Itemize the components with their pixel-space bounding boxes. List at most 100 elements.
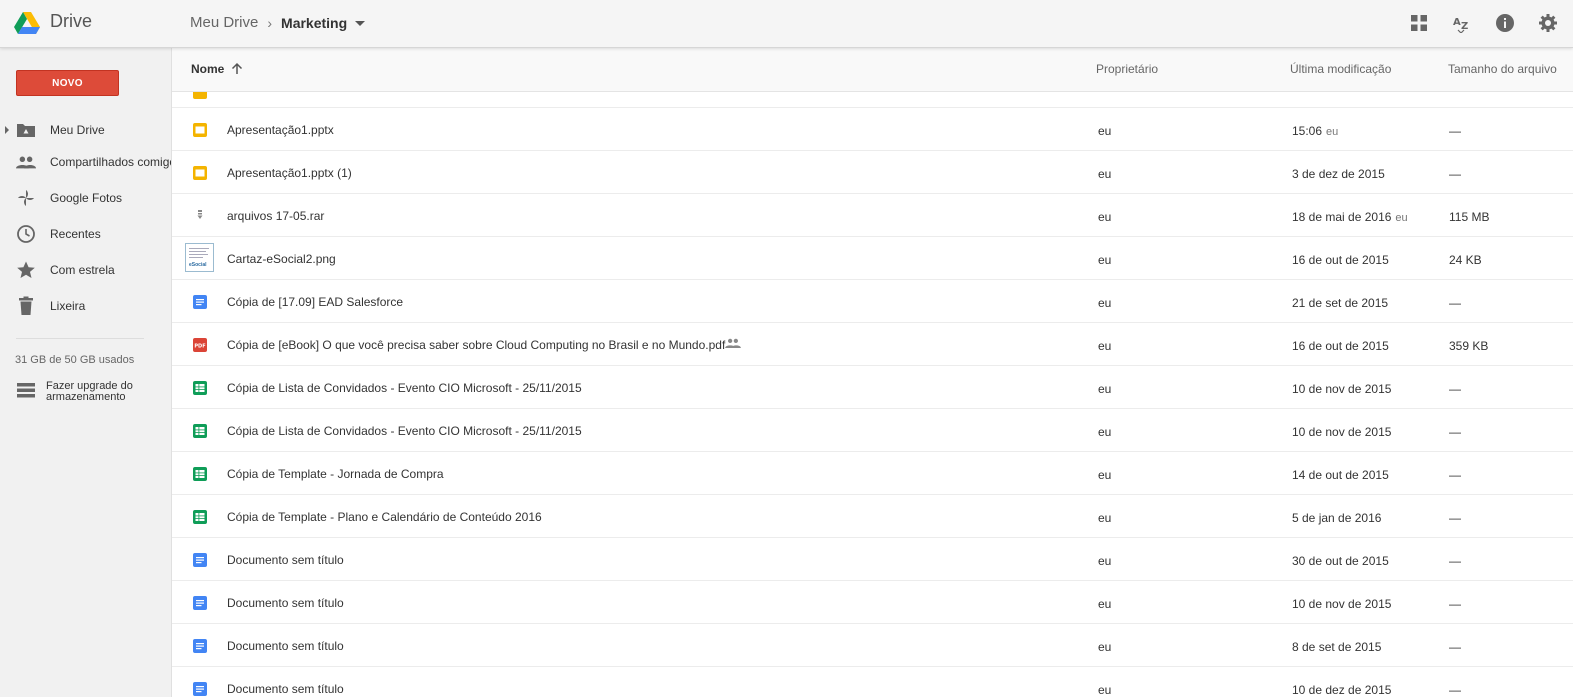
slides-file-icon xyxy=(193,123,207,137)
storage-usage-text: 31 GB de 50 GB usados xyxy=(15,354,135,366)
file-size: 24 KB xyxy=(1449,253,1482,267)
info-icon[interactable] xyxy=(1494,12,1516,34)
table-row[interactable]: Cópia de Lista de Convidados - Evento CI… xyxy=(172,409,1573,452)
file-list-area: Nome Proprietário Última modificação Tam… xyxy=(172,48,1573,697)
settings-icon[interactable] xyxy=(1537,12,1559,34)
table-row[interactable]: PDF Cópia de [eBook] O que você precisa … xyxy=(172,323,1573,366)
drive-folder-icon xyxy=(16,120,36,140)
file-modified: 15:06 eu xyxy=(1292,124,1338,138)
modified-date: 14 de out de 2015 xyxy=(1292,468,1389,482)
file-owner: eu xyxy=(1098,683,1112,697)
table-row[interactable]: Documento sem título eu 10 de nov de 201… xyxy=(172,581,1573,624)
table-row[interactable]: Cópia de [17.09] EAD Salesforce eu 21 de… xyxy=(172,280,1573,323)
table-row[interactable]: Apresentação1.pptx (1) eu 3 de dez de 20… xyxy=(172,151,1573,194)
file-rows: Apresentação1.pptx eu 15:06 eu — Apresent… xyxy=(172,92,1573,697)
sidebar-item-google-photos[interactable]: Google Fotos xyxy=(0,186,171,210)
table-row-partial[interactable] xyxy=(172,92,1573,108)
sidebar: NOVO Meu Drive Compartilhados comigo Goo… xyxy=(0,48,172,697)
file-name[interactable]: Documento sem título xyxy=(227,639,344,653)
thumbnail-logo-text: eSocial xyxy=(189,262,207,268)
table-row[interactable]: Apresentação1.pptx eu 15:06 eu — xyxy=(172,108,1573,151)
table-row[interactable]: arquivos 17-05.rar eu 18 de mai de 2016 e… xyxy=(172,194,1573,237)
table-row[interactable]: Documento sem título eu 30 de out de 201… xyxy=(172,538,1573,581)
sidebar-item-label: Lixeira xyxy=(50,299,86,313)
file-owner: eu xyxy=(1098,296,1112,310)
breadcrumb-current-folder[interactable]: Marketing xyxy=(281,15,347,31)
column-header-owner[interactable]: Proprietário xyxy=(1096,62,1158,76)
file-size: — xyxy=(1449,382,1461,396)
upgrade-storage-link[interactable]: Fazer upgrade do armazenamento xyxy=(16,381,133,404)
file-name[interactable]: Cópia de [eBook] O que você precisa sabe… xyxy=(227,338,725,352)
file-name[interactable]: Documento sem título xyxy=(227,596,344,610)
file-name[interactable]: Cartaz-eSocial2.png xyxy=(227,252,336,266)
sidebar-item-recent[interactable]: Recentes xyxy=(0,222,171,246)
sheet-file-icon xyxy=(193,510,207,524)
file-name[interactable]: Documento sem título xyxy=(227,682,344,696)
expand-arrow-icon[interactable] xyxy=(5,126,9,134)
modified-date: 10 de nov de 2015 xyxy=(1292,425,1392,439)
modified-date: 15:06 xyxy=(1292,124,1323,138)
file-size: — xyxy=(1449,640,1461,654)
arrow-up-icon[interactable] xyxy=(230,62,244,76)
breadcrumb-root[interactable]: Meu Drive xyxy=(190,14,258,31)
storage-icon xyxy=(16,381,36,404)
file-modified: 18 de mai de 2016 eu xyxy=(1292,210,1408,224)
table-row[interactable]: Cópia de Lista de Convidados - Evento CI… xyxy=(172,366,1573,409)
modified-date: 10 de nov de 2015 xyxy=(1292,597,1392,611)
file-owner: eu xyxy=(1098,382,1112,396)
file-name[interactable]: Cópia de [17.09] EAD Salesforce xyxy=(227,295,403,309)
file-name[interactable]: Apresentação1.pptx (1) xyxy=(227,166,352,180)
clock-icon xyxy=(16,224,36,244)
photos-icon xyxy=(16,188,36,208)
sheet-file-icon xyxy=(193,381,207,395)
breadcrumb-separator: › xyxy=(267,14,273,31)
sidebar-item-shared-with-me[interactable]: Compartilhados comigo xyxy=(0,150,172,174)
column-header-modified[interactable]: Última modificação xyxy=(1290,62,1391,76)
file-name[interactable]: Cópia de Lista de Convidados - Evento CI… xyxy=(227,424,582,438)
table-row[interactable]: Cópia de Template - Plano e Calendário d… xyxy=(172,495,1573,538)
table-row[interactable]: Cópia de Template - Jornada de Compra eu… xyxy=(172,452,1573,495)
file-owner: eu xyxy=(1098,554,1112,568)
sidebar-item-label: Com estrela xyxy=(50,263,115,277)
file-owner: eu xyxy=(1098,468,1112,482)
sidebar-divider xyxy=(16,338,144,339)
doc-file-icon xyxy=(193,596,207,610)
file-size: — xyxy=(1449,468,1461,482)
file-name[interactable]: Cópia de Template - Plano e Calendário d… xyxy=(227,510,542,524)
table-row[interactable]: Documento sem título eu 8 de set de 2015… xyxy=(172,624,1573,667)
sidebar-item-starred[interactable]: Com estrela xyxy=(0,258,171,282)
table-row[interactable]: eSocial Cartaz-eSocial2.png eu 16 de out… xyxy=(172,237,1573,280)
sidebar-item-label: Meu Drive xyxy=(50,123,105,137)
app-name[interactable]: Drive xyxy=(50,11,92,32)
sheet-file-icon xyxy=(193,467,207,481)
file-modified: 5 de jan de 2016 xyxy=(1292,511,1381,525)
file-name[interactable]: Documento sem título xyxy=(227,553,344,567)
doc-file-icon xyxy=(193,639,207,653)
file-size: — xyxy=(1449,597,1461,611)
chevron-down-icon[interactable] xyxy=(355,21,366,26)
file-owner: eu xyxy=(1098,210,1112,224)
modified-date: 18 de mai de 2016 xyxy=(1292,210,1392,224)
file-modified: 10 de dez de 2015 xyxy=(1292,683,1391,697)
trash-icon xyxy=(16,296,36,316)
file-modified: 8 de set de 2015 xyxy=(1292,640,1381,654)
sort-az-icon[interactable]: AZ xyxy=(1451,12,1473,34)
file-name[interactable]: Cópia de Template - Jornada de Compra xyxy=(227,467,444,481)
file-name[interactable]: Cópia de Lista de Convidados - Evento CI… xyxy=(227,381,582,395)
table-row[interactable]: Documento sem título eu 10 de dez de 201… xyxy=(172,667,1573,697)
file-owner: eu xyxy=(1098,339,1112,353)
drive-logo-icon[interactable] xyxy=(14,11,40,35)
svg-text:PDF: PDF xyxy=(194,344,205,350)
file-name[interactable]: Apresentação1.pptx xyxy=(227,123,334,137)
column-header-name[interactable]: Nome xyxy=(191,62,244,76)
sidebar-item-my-drive[interactable]: Meu Drive xyxy=(0,118,171,142)
file-name[interactable]: arquivos 17-05.rar xyxy=(227,209,324,223)
column-header-size[interactable]: Tamanho do arquivo xyxy=(1448,62,1557,76)
new-button[interactable]: NOVO xyxy=(16,70,119,96)
grid-view-icon[interactable] xyxy=(1408,12,1430,34)
file-size: — xyxy=(1449,425,1461,439)
modified-date: 10 de dez de 2015 xyxy=(1292,683,1392,697)
sidebar-item-trash[interactable]: Lixeira xyxy=(0,294,171,318)
modified-date: 5 de jan de 2016 xyxy=(1292,511,1382,525)
sidebar-item-label: Compartilhados comigo xyxy=(50,155,172,169)
